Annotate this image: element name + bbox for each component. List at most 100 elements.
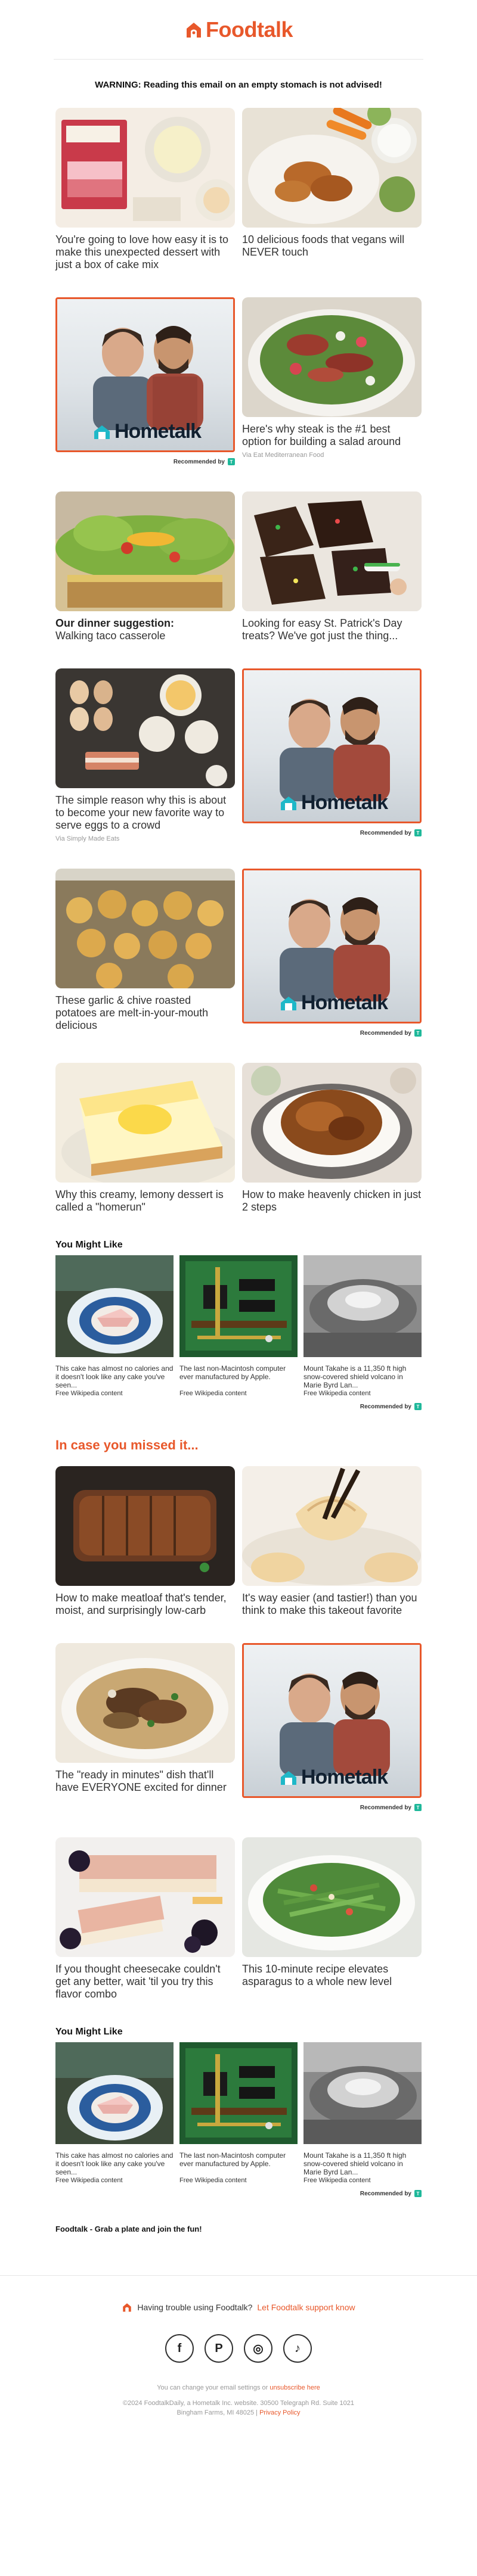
instagram-icon[interactable]: ◎ — [244, 2334, 272, 2363]
unsubscribe-link[interactable]: unsubscribe here — [270, 2384, 320, 2391]
article-image[interactable] — [55, 491, 235, 611]
you-might-like-text[interactable]: This cake has almost no calories and it … — [55, 2151, 174, 2176]
hometalk-logo-icon — [94, 425, 110, 439]
article-card[interactable]: If you thought cheesecake couldn't get a… — [55, 1837, 235, 2001]
article-title[interactable]: How to make heavenly chicken in just 2 s… — [242, 1189, 422, 1214]
you-might-like-text[interactable]: This cake has almost no calories and it … — [55, 1364, 174, 1389]
recommended-by[interactable]: Recommended by T — [242, 829, 422, 836]
you-might-like-image[interactable] — [303, 2042, 422, 2144]
article-row: Hometalk Recommended by T Here's why ste… — [0, 297, 477, 465]
article-title[interactable]: This 10-minute recipe elevates asparagus… — [242, 1963, 422, 1988]
article-title[interactable]: 10 delicious foods that vegans will NEVE… — [242, 234, 422, 259]
recommended-by[interactable]: Recommended by T — [55, 2190, 422, 2197]
you-might-like-card[interactable]: This cake has almost no calories and it … — [55, 1255, 174, 1397]
hometalk-ad[interactable]: Hometalk — [55, 297, 235, 452]
article-card[interactable]: How to make heavenly chicken in just 2 s… — [242, 1063, 422, 1214]
hometalk-ad[interactable]: Hometalk — [242, 869, 422, 1023]
you-might-like-text[interactable]: The last non-Macintosh computer ever man… — [179, 2151, 298, 2176]
article-title[interactable]: Here's why steak is the #1 best option f… — [242, 423, 422, 448]
article-image[interactable] — [55, 1466, 235, 1586]
hometalk-logo-icon — [281, 1771, 296, 1785]
tiktok-icon[interactable]: ♪ — [283, 2334, 312, 2363]
support-line: Having trouble using Foodtalk? Let Foodt… — [0, 2302, 477, 2313]
you-might-like-source: Free Wikipedia content — [55, 2177, 123, 2184]
article-card[interactable]: Our dinner suggestion: Walking taco cass… — [55, 491, 235, 642]
article-image[interactable] — [242, 1063, 422, 1183]
recommended-by[interactable]: Recommended by T — [55, 458, 235, 465]
article-title[interactable]: If you thought cheesecake couldn't get a… — [55, 1963, 235, 2001]
ad-card[interactable]: Hometalk Recommended by T — [242, 869, 422, 1037]
article-card[interactable]: It's way easier (and tastier!) than you … — [242, 1466, 422, 1617]
you-might-like-source: Free Wikipedia content — [303, 1390, 371, 1397]
article-image[interactable] — [55, 668, 235, 788]
address-line: Bingham Farms, MI 48025 | Privacy Policy — [176, 2409, 301, 2416]
article-image[interactable] — [242, 491, 422, 611]
you-might-like-image[interactable] — [303, 1255, 422, 1357]
brand-name: Foodtalk — [206, 17, 293, 42]
article-row: If you thought cheesecake couldn't get a… — [0, 1837, 477, 2001]
article-title[interactable]: The "ready in minutes" dish that'll have… — [55, 1769, 235, 1794]
article-row: These garlic & chive roasted potatoes ar… — [0, 869, 477, 1037]
you-might-like-text[interactable]: The last non-Macintosh computer ever man… — [179, 1364, 298, 1389]
ad-card[interactable]: Hometalk Recommended by T — [242, 668, 422, 842]
you-might-like-card[interactable]: This cake has almost no calories and it … — [55, 2042, 174, 2184]
article-card[interactable]: Why this creamy, lemony dessert is calle… — [55, 1063, 235, 1214]
article-card[interactable]: The "ready in minutes" dish that'll have… — [55, 1643, 235, 1811]
ad-card[interactable]: Hometalk Recommended by T — [242, 1643, 422, 1811]
privacy-link[interactable]: Privacy Policy — [259, 2409, 300, 2416]
article-card[interactable]: 10 delicious foods that vegans will NEVE… — [242, 108, 422, 271]
article-title[interactable]: How to make meatloaf that's tender, mois… — [55, 1592, 235, 1617]
article-card[interactable]: Here's why steak is the #1 best option f… — [242, 297, 422, 465]
article-title[interactable]: It's way easier (and tastier!) than you … — [242, 1592, 422, 1617]
you-might-like-text[interactable]: Mount Takahe is a 11,350 ft high snow-co… — [303, 2151, 422, 2176]
article-title[interactable]: These garlic & chive roasted potatoes ar… — [55, 994, 235, 1032]
taboola-icon: T — [414, 1029, 422, 1037]
article-card[interactable]: How to make meatloaf that's tender, mois… — [55, 1466, 235, 1617]
you-might-like-image[interactable] — [179, 2042, 298, 2144]
you-might-like-card[interactable]: The last non-Macintosh computer ever man… — [179, 2042, 298, 2184]
you-might-like-row: This cake has almost no calories and it … — [55, 2042, 422, 2184]
article-image[interactable] — [55, 1643, 235, 1763]
article-image[interactable] — [55, 1837, 235, 1957]
article-title[interactable]: The simple reason why this is about to b… — [55, 794, 235, 832]
hometalk-ad[interactable]: Hometalk — [242, 1643, 422, 1798]
pinterest-icon[interactable]: P — [205, 2334, 233, 2363]
you-might-like-text[interactable]: Mount Takahe is a 11,350 ft high snow-co… — [303, 1364, 422, 1389]
article-title[interactable]: Looking for easy St. Patrick's Day treat… — [242, 617, 422, 642]
article-card[interactable]: The simple reason why this is about to b… — [55, 668, 235, 842]
you-might-like-section: You Might Like This cake has almost no c… — [0, 2027, 477, 2197]
support-link[interactable]: Let Foodtalk support know — [257, 2303, 355, 2312]
you-might-like-card[interactable]: Mount Takahe is a 11,350 ft high snow-co… — [303, 1255, 422, 1397]
hometalk-ad[interactable]: Hometalk — [242, 668, 422, 823]
article-card[interactable]: This 10-minute recipe elevates asparagus… — [242, 1837, 422, 2001]
article-image[interactable] — [55, 108, 235, 228]
article-image[interactable] — [242, 297, 422, 417]
article-image[interactable] — [242, 1466, 422, 1586]
taboola-icon: T — [228, 458, 235, 465]
ad-card[interactable]: Hometalk Recommended by T — [55, 297, 235, 465]
you-might-like-image[interactable] — [179, 1255, 298, 1357]
article-image[interactable] — [55, 1063, 235, 1183]
article-row: The simple reason why this is about to b… — [0, 668, 477, 842]
article-title[interactable]: Our dinner suggestion: Walking taco cass… — [55, 617, 235, 642]
article-image[interactable] — [242, 1837, 422, 1957]
article-title[interactable]: Why this creamy, lemony dessert is calle… — [55, 1189, 235, 1214]
you-might-like-image[interactable] — [55, 1255, 174, 1357]
article-image[interactable] — [242, 108, 422, 228]
article-card[interactable]: Looking for easy St. Patrick's Day treat… — [242, 491, 422, 642]
taboola-icon: T — [414, 829, 422, 836]
article-card[interactable]: These garlic & chive roasted potatoes ar… — [55, 869, 235, 1037]
foodtalk-logo[interactable]: Foodtalk — [184, 17, 293, 42]
recommended-by[interactable]: Recommended by T — [242, 1804, 422, 1811]
article-image[interactable] — [55, 869, 235, 988]
article-title[interactable]: You're going to love how easy it is to m… — [55, 234, 235, 271]
you-might-like-image[interactable] — [55, 2042, 174, 2144]
recommended-by[interactable]: Recommended by T — [242, 1029, 422, 1037]
article-card[interactable]: You're going to love how easy it is to m… — [55, 108, 235, 271]
foodtalk-logo-icon — [187, 22, 201, 38]
you-might-like-card[interactable]: The last non-Macintosh computer ever man… — [179, 1255, 298, 1397]
recommended-by[interactable]: Recommended by T — [55, 1403, 422, 1410]
facebook-icon[interactable]: f — [165, 2334, 194, 2363]
social-links: f P ◎ ♪ — [0, 2334, 477, 2363]
you-might-like-card[interactable]: Mount Takahe is a 11,350 ft high snow-co… — [303, 2042, 422, 2184]
